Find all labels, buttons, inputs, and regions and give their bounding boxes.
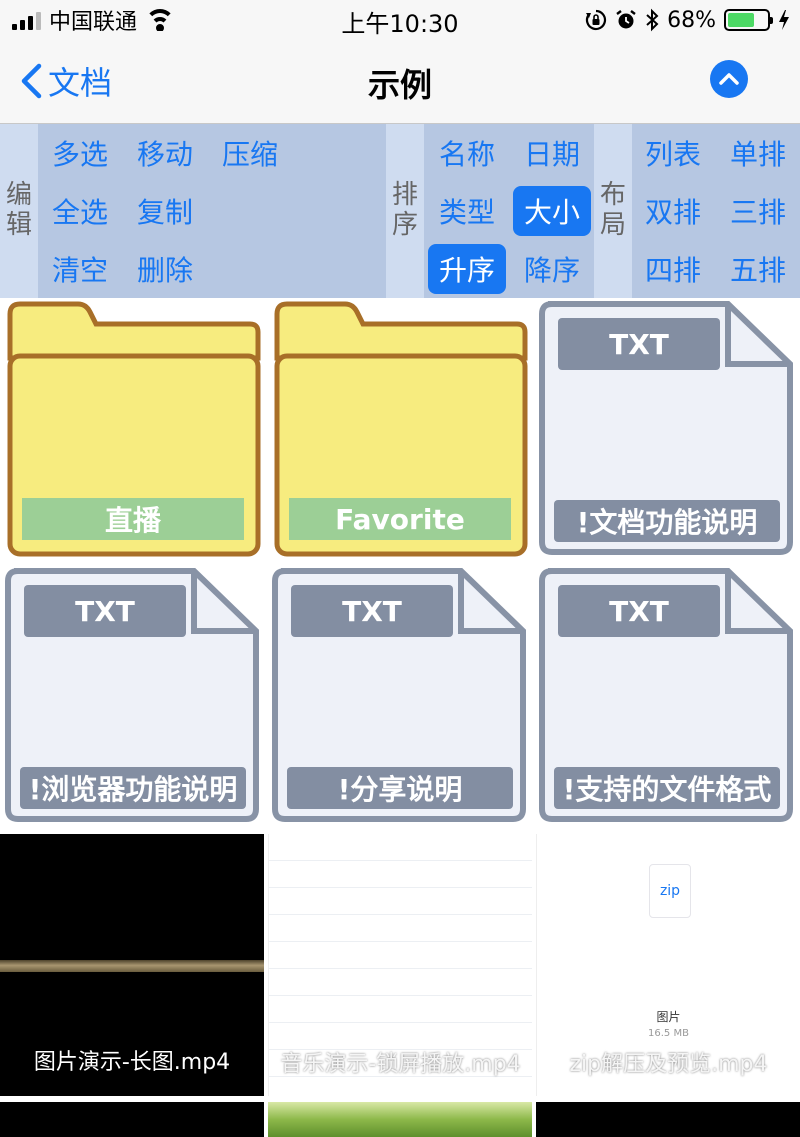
sort-by-name-button[interactable]: 名称 xyxy=(428,128,506,178)
txt-file-tile[interactable]: TXT !分享说明 xyxy=(271,567,529,825)
file-type-tag: TXT xyxy=(558,318,720,370)
file-name: !文档功能说明 xyxy=(554,500,780,542)
layout-triple-button[interactable]: 三排 xyxy=(719,186,797,236)
edit-group-label: 编 辑 xyxy=(0,124,38,298)
file-type-tag: TXT xyxy=(291,585,453,637)
video-file-tile[interactable]: zip 图片 16.5 MB zip解压及预览.mp4 xyxy=(536,834,800,1096)
layout-list-button[interactable]: 列表 xyxy=(634,128,712,178)
file-type-tag: TXT xyxy=(558,585,720,637)
chevron-up-icon xyxy=(719,73,739,85)
file-name: !浏览器功能说明 xyxy=(20,767,246,809)
image-file-tile[interactable] xyxy=(268,1102,532,1137)
select-all-button[interactable]: 全选 xyxy=(41,186,119,236)
video-thumbnail-strip xyxy=(0,960,264,972)
move-button[interactable]: 移动 xyxy=(126,128,204,178)
sort-ascending-button[interactable]: 升序 xyxy=(428,244,506,294)
video-file-tile[interactable] xyxy=(536,1102,800,1137)
txt-file-tile[interactable]: TXT !文档功能说明 xyxy=(538,300,796,558)
layout-double-button[interactable]: 双排 xyxy=(634,186,712,236)
zip-file-icon: zip xyxy=(649,864,691,918)
scroll-up-button[interactable] xyxy=(710,60,748,98)
charging-icon xyxy=(779,10,789,30)
video-file-tile[interactable] xyxy=(0,1102,264,1137)
txt-file-tile[interactable]: TXT !支持的文件格式 xyxy=(538,567,796,825)
layout-five-button[interactable]: 五排 xyxy=(719,244,797,294)
page-title: 示例 xyxy=(367,66,432,104)
delete-button[interactable]: 删除 xyxy=(126,244,204,294)
alarm-icon xyxy=(616,10,636,29)
sort-by-type-button[interactable]: 类型 xyxy=(428,186,506,236)
txt-file-tile[interactable]: TXT !浏览器功能说明 xyxy=(4,567,262,825)
battery-percent: 68% xyxy=(667,7,716,33)
toolbar: 编 辑 多选 移动 压缩 全选 复制 清空 删除 排 序 名称 日期 类型 大小… xyxy=(0,124,800,298)
folder-tile[interactable]: 直播 xyxy=(4,300,262,558)
sort-group-label: 排 序 xyxy=(386,124,424,298)
multi-select-button[interactable]: 多选 xyxy=(41,128,119,178)
video-file-tile[interactable]: 音乐演示-锁屏播放.mp4 xyxy=(268,834,532,1096)
status-right: 68% xyxy=(585,6,790,34)
file-name: 直播 xyxy=(22,498,244,540)
file-name: !支持的文件格式 xyxy=(554,767,780,809)
video-file-tile[interactable]: 图片演示-长图.mp4 xyxy=(0,834,264,1096)
rotation-lock-icon xyxy=(585,9,607,31)
folder-tile[interactable]: Favorite xyxy=(271,300,529,558)
file-name: Favorite xyxy=(289,498,511,540)
battery-icon xyxy=(724,9,773,31)
sort-by-size-button[interactable]: 大小 xyxy=(513,186,591,236)
layout-quad-button[interactable]: 四排 xyxy=(634,244,712,294)
zip-thumbnail-caption: 图片 xyxy=(656,1010,681,1024)
layout-single-button[interactable]: 单排 xyxy=(719,128,797,178)
sort-by-date-button[interactable]: 日期 xyxy=(513,128,591,178)
battery-fill xyxy=(728,13,754,27)
layout-group-label: 布 局 xyxy=(594,124,632,298)
clear-button[interactable]: 清空 xyxy=(41,244,119,294)
zip-thumbnail-size: 16.5 MB xyxy=(648,1028,689,1039)
navigation-bar: 文档 示例 xyxy=(0,40,800,124)
file-name: 图片演示-长图.mp4 xyxy=(33,1050,231,1075)
bluetooth-icon xyxy=(646,8,659,32)
file-name: !分享说明 xyxy=(287,767,513,809)
copy-button[interactable]: 复制 xyxy=(126,186,204,236)
compress-button[interactable]: 压缩 xyxy=(211,128,289,178)
sort-descending-button[interactable]: 降序 xyxy=(513,244,591,294)
file-name: zip解压及预览.mp4 xyxy=(569,1052,768,1077)
file-name: 音乐演示-锁屏播放.mp4 xyxy=(280,1052,521,1077)
status-bar: 中国联通 上午10:30 68% xyxy=(0,0,800,40)
file-type-tag: TXT xyxy=(24,585,186,637)
